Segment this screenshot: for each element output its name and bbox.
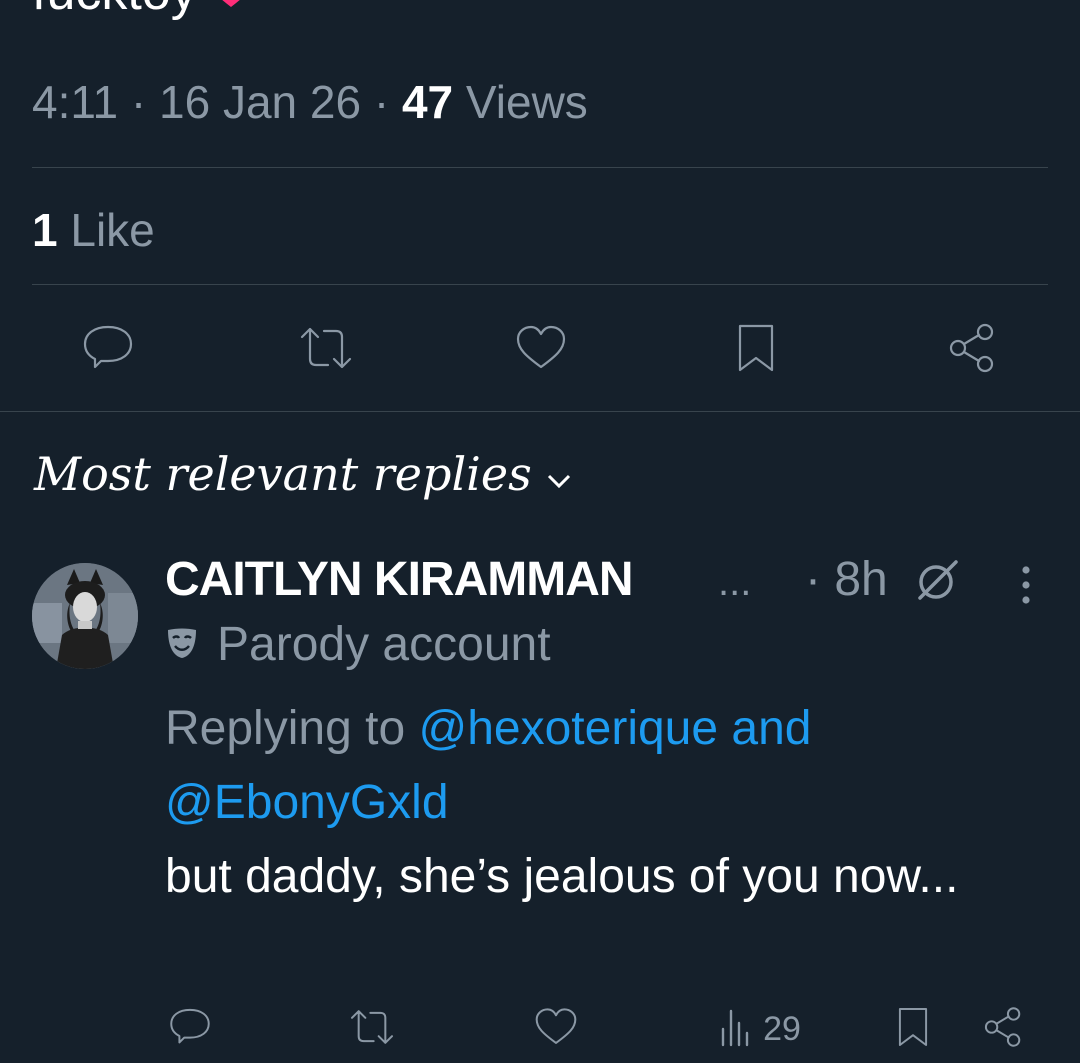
share-button[interactable]: [978, 1006, 1028, 1052]
bookmark-button[interactable]: [890, 1006, 936, 1052]
name-truncation: ...: [718, 560, 752, 604]
chevron-down-icon: [532, 444, 572, 504]
likes-stat[interactable]: 1 Like: [32, 200, 155, 260]
likes-label: Like: [70, 204, 155, 256]
reply-button[interactable]: [78, 322, 138, 378]
mention-link[interactable]: @EbonyGxld: [165, 776, 449, 829]
reply-button[interactable]: [166, 1006, 214, 1052]
share-icon: [945, 321, 999, 380]
retweet-icon: [296, 323, 356, 378]
reply-views-count: 29: [763, 1009, 801, 1048]
section-divider: [0, 411, 1080, 412]
retweet-button[interactable]: [294, 322, 358, 378]
tweet-detail-page: fucktoy 4:11 · 16 Jan 26 · 47 Views 1 Li…: [0, 0, 1080, 1063]
mask-icon: [165, 615, 217, 675]
heart-icon: [533, 1006, 579, 1053]
tweet-text: fucktoy: [32, 0, 259, 22]
share-button[interactable]: [942, 322, 1002, 378]
grok-icon[interactable]: [912, 556, 960, 609]
divider: [32, 167, 1048, 168]
heart-icon: [514, 323, 568, 378]
tweet-time: 4:11: [32, 76, 119, 128]
parody-badge: Parody account: [165, 615, 551, 675]
share-icon: [981, 1005, 1025, 1054]
tweet-meta: 4:11 · 16 Jan 26 · 47 Views: [32, 76, 588, 128]
views-count: 47: [401, 76, 454, 128]
bar-chart-icon: [719, 1007, 753, 1052]
mention-link[interactable]: @hexoterique: [418, 702, 718, 755]
pink-heart-emoji-icon: [203, 0, 259, 22]
bookmark-button[interactable]: [730, 322, 782, 378]
parody-label: Parody account: [217, 618, 551, 671]
avatar[interactable]: [32, 563, 138, 669]
reply-text: but daddy, she’s jealous of you now...: [165, 850, 959, 903]
reply-time[interactable]: · 8h: [805, 550, 888, 610]
more-vertical-icon[interactable]: [1010, 560, 1042, 610]
likes-count: 1: [32, 204, 58, 256]
sort-label: Most relevant replies: [34, 447, 532, 501]
reply-display-name[interactable]: CAITLYN KIRAMMAN: [165, 550, 634, 610]
retweet-button[interactable]: [346, 1006, 398, 1052]
like-button[interactable]: [532, 1006, 580, 1052]
replying-prefix: Replying to: [165, 702, 406, 755]
views-button[interactable]: 29: [710, 1006, 810, 1052]
bookmark-icon: [734, 322, 778, 379]
replying-to: Replying to @hexoterique and @EbonyGxld: [165, 692, 1045, 840]
bookmark-icon: [895, 1005, 931, 1054]
retweet-icon: [347, 1006, 397, 1053]
mention-joiner[interactable]: and: [731, 702, 811, 755]
like-button[interactable]: [512, 322, 570, 378]
speech-bubble-icon: [168, 1006, 212, 1053]
views-label: Views: [465, 76, 588, 128]
replies-sort-dropdown[interactable]: Most relevant replies: [34, 444, 572, 504]
tweet-date: 16 Jan 26: [159, 76, 362, 128]
divider: [32, 284, 1048, 285]
speech-bubble-icon: [81, 323, 135, 378]
